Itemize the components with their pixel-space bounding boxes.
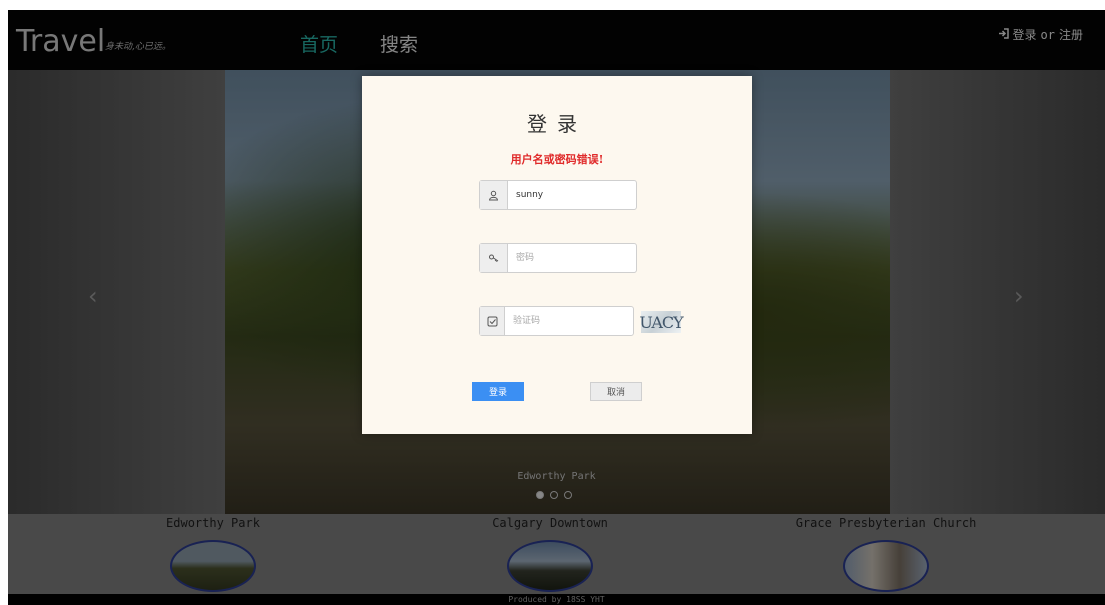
username-input-group (479, 180, 637, 210)
login-button[interactable]: 登录 (472, 382, 524, 401)
password-input[interactable] (508, 244, 636, 272)
error-message: 用户名或密码错误! (510, 153, 604, 166)
page: Travel 身未动,心已远。 首页 搜索 登录 or 注册 Edworthy … (8, 10, 1105, 605)
cancel-button[interactable]: 取消 (590, 382, 642, 401)
captcha-input-group (479, 306, 634, 336)
dialog-title: 登录 (527, 112, 587, 136)
user-icon (480, 181, 508, 209)
password-input-group (479, 243, 637, 273)
check-square-icon (480, 307, 505, 335)
username-input[interactable] (508, 181, 636, 209)
login-dialog: 登录 用户名或密码错误! UACY 登录 取消 (362, 76, 752, 434)
key-icon (480, 244, 508, 272)
captcha-input[interactable] (505, 307, 633, 335)
captcha-image[interactable]: UACY (639, 311, 684, 333)
